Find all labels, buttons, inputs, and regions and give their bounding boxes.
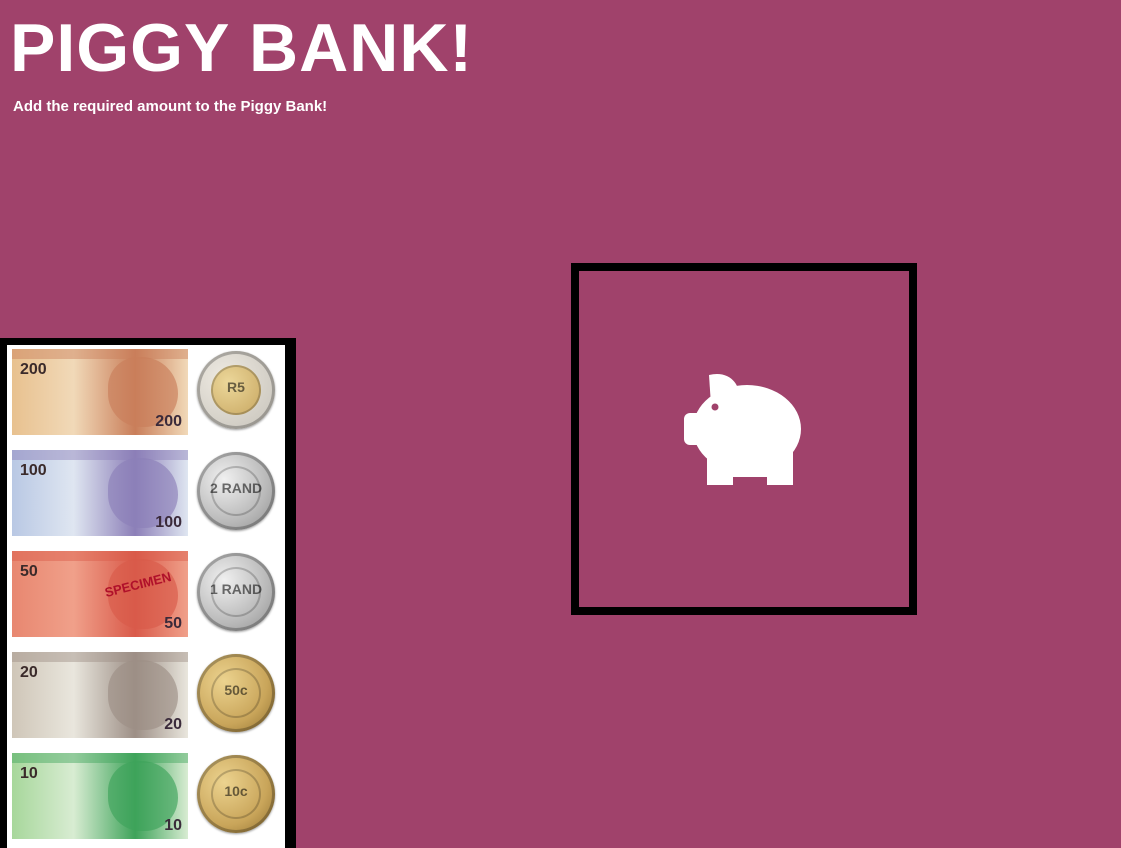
note-denomination: 100 [155, 514, 182, 531]
coin-label: 10c [224, 783, 248, 799]
money-tray: 200 200 R5 100 100 2 RAND SPECIMEN 50 50… [7, 345, 285, 848]
coin-label: 50c [224, 682, 248, 698]
page-instructions: Add the required amount to the Piggy Ban… [13, 98, 328, 115]
coin-50c[interactable]: 50c [197, 654, 275, 732]
coin-r5[interactable]: R5 [197, 351, 275, 429]
note-denomination: 10 [20, 765, 38, 782]
note-denomination: 50 [164, 615, 182, 632]
money-panel: 200 200 R5 100 100 2 RAND SPECIMEN 50 50… [0, 338, 296, 848]
banknote-200[interactable]: 200 200 [12, 349, 188, 435]
note-denomination: 200 [20, 361, 47, 378]
money-row-5: 10 10 10c [7, 749, 285, 841]
page-title: PIGGY BANK! [10, 10, 474, 86]
note-denomination: 50 [20, 563, 38, 580]
coin-r2[interactable]: 2 RAND [197, 452, 275, 530]
banknote-100[interactable]: 100 100 [12, 450, 188, 536]
coin-label: R5 [227, 379, 245, 395]
coin-r1[interactable]: 1 RAND [197, 553, 275, 631]
note-denomination: 100 [20, 462, 47, 479]
note-denomination: 10 [164, 817, 182, 834]
note-denomination: 20 [164, 716, 182, 733]
piggy-bank-drop-zone[interactable] [571, 263, 917, 615]
money-row-2: 100 100 2 RAND [7, 446, 285, 538]
money-row-3: SPECIMEN 50 50 1 RAND [7, 547, 285, 639]
note-denomination: 200 [155, 413, 182, 430]
banknote-10[interactable]: 10 10 [12, 753, 188, 839]
piggy-bank-icon [684, 373, 801, 485]
coin-10c[interactable]: 10c [197, 755, 275, 833]
banknote-20[interactable]: 20 20 [12, 652, 188, 738]
banknote-50[interactable]: SPECIMEN 50 50 [12, 551, 188, 637]
coin-label: 2 RAND [209, 480, 263, 496]
note-denomination: 20 [20, 664, 38, 681]
money-row-4: 20 20 50c [7, 648, 285, 740]
coin-label: 1 RAND [209, 581, 263, 597]
money-row-1: 200 200 R5 [7, 345, 285, 437]
